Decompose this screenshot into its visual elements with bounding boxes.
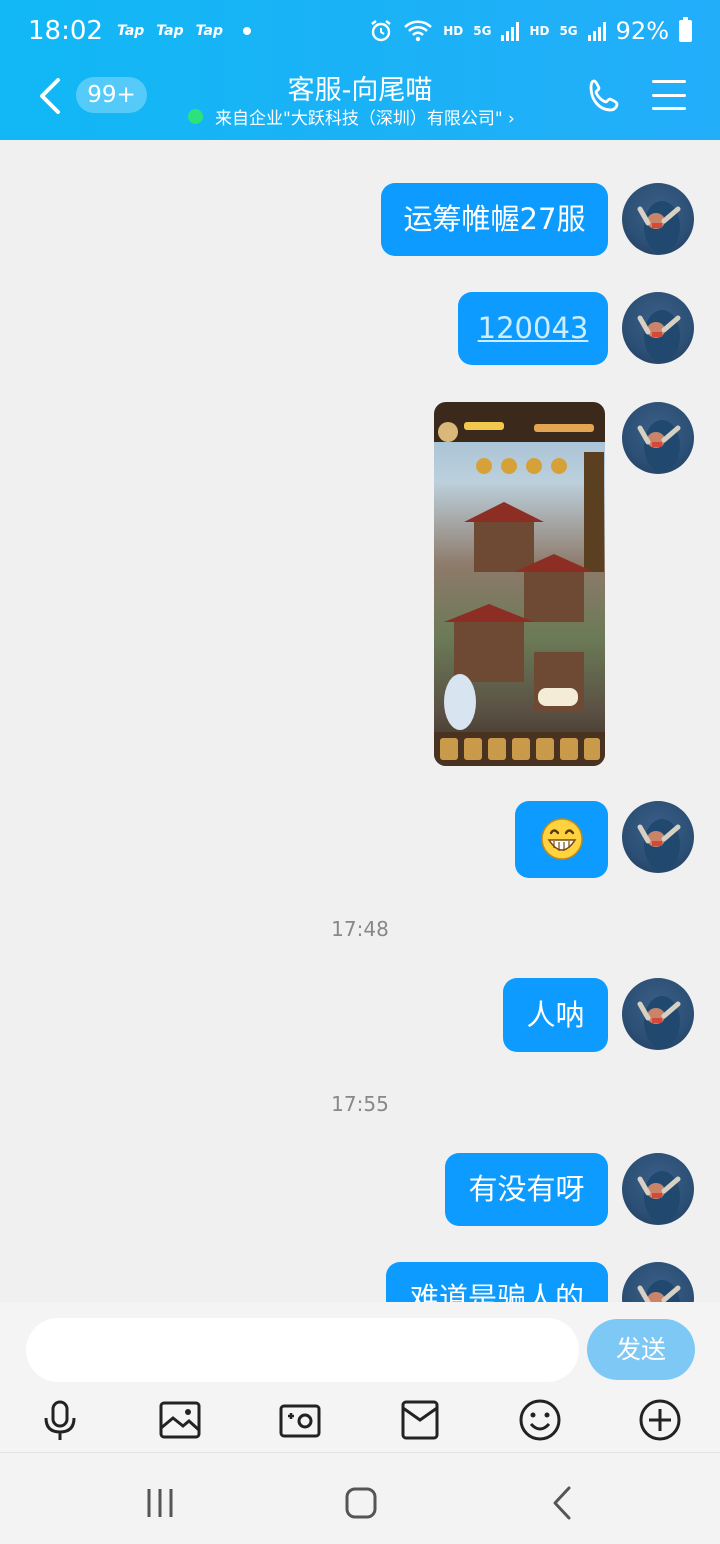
image-icon[interactable] — [158, 1398, 202, 1442]
message-bubble[interactable]: 120043 — [458, 292, 608, 365]
image-message[interactable] — [434, 402, 605, 766]
avatar[interactable] — [622, 1262, 694, 1302]
alarm-icon — [371, 20, 391, 42]
online-status-dot — [188, 109, 203, 124]
message-text: 有没有呀 — [468, 1172, 585, 1206]
emoji-icon[interactable] — [518, 1398, 562, 1442]
company-label: 来自企业"大跃科技（深圳）有限公司" › — [215, 109, 515, 129]
taptap-notification: Tap — [156, 23, 184, 39]
avatar[interactable] — [622, 801, 694, 873]
menu-icon[interactable] — [652, 80, 686, 110]
signal-icon — [501, 21, 520, 41]
timestamp: 17:55 — [331, 1092, 389, 1116]
composer: 发送 — [0, 1302, 720, 1452]
chat-header: 18:02 Tap Tap Tap HD 5G HD 5G 92% 99+ 客服… — [0, 0, 720, 140]
timestamp-partial — [0, 140, 720, 152]
battery-icon — [679, 17, 692, 42]
recents-icon[interactable] — [140, 1483, 180, 1523]
avatar[interactable] — [622, 402, 694, 474]
message-bubble[interactable]: 难道是骗人的 — [386, 1262, 608, 1302]
camera-icon[interactable] — [278, 1398, 322, 1442]
send-button[interactable]: 发送 — [587, 1319, 695, 1380]
message-text: 难道是骗人的 — [409, 1281, 584, 1302]
status-bar: 18:02 Tap Tap Tap HD 5G HD 5G 92% — [0, 0, 720, 62]
message-bubble[interactable] — [515, 801, 608, 878]
message-input[interactable] — [26, 1318, 579, 1382]
home-icon[interactable] — [341, 1483, 381, 1523]
message-text: 人呐 — [526, 998, 585, 1032]
system-navigation-bar — [0, 1452, 720, 1544]
message-link[interactable]: 120043 — [478, 311, 589, 345]
signal-icon — [587, 21, 606, 41]
status-time: 18:02 — [28, 16, 103, 46]
message-bubble[interactable]: 有没有呀 — [445, 1153, 608, 1226]
timestamp: 17:48 — [331, 917, 389, 941]
network-type: 5G — [559, 24, 578, 38]
avatar[interactable] — [622, 183, 694, 255]
microphone-icon[interactable] — [38, 1398, 82, 1442]
message-bubble[interactable]: 运筹帷幄27服 — [381, 183, 608, 256]
phone-call-icon[interactable] — [586, 77, 624, 115]
taptap-notification: Tap — [116, 23, 145, 39]
battery-percent: 92% — [615, 17, 669, 45]
company-link[interactable]: 来自企业"大跃科技（深圳）有限公司" › — [188, 104, 515, 129]
grin-emoji-icon — [540, 818, 583, 860]
message-text: 运筹帷幄27服 — [403, 202, 586, 236]
avatar[interactable] — [622, 1153, 694, 1225]
hd-indicator: HD — [443, 24, 464, 38]
avatar[interactable] — [622, 292, 694, 364]
game-screenshot-image — [434, 402, 605, 766]
red-packet-icon[interactable] — [398, 1398, 442, 1442]
notification-dot — [243, 27, 252, 35]
network-type: 5G — [473, 24, 492, 38]
taptap-notification: Tap — [195, 23, 224, 39]
hd-indicator: HD — [529, 24, 550, 38]
avatar[interactable] — [622, 978, 694, 1050]
message-list[interactable]: 运筹帷幄27服 120043 17:48 人呐 17:55 有没有呀 难道是骗人… — [0, 140, 720, 1302]
back-icon[interactable] — [543, 1483, 583, 1523]
message-bubble[interactable]: 人呐 — [503, 978, 608, 1052]
plus-icon[interactable] — [638, 1398, 682, 1442]
wifi-icon — [404, 20, 433, 42]
